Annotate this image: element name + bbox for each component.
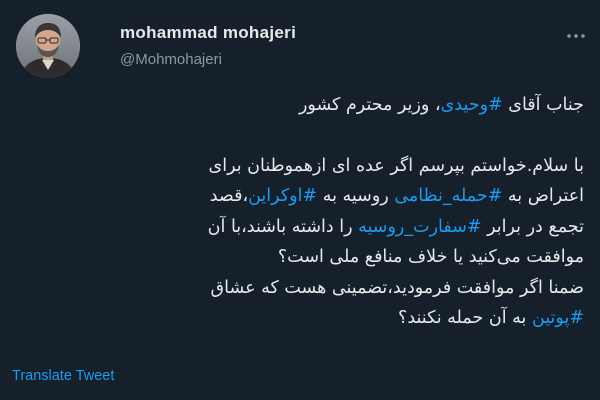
tweet-text-segment: موافقت می‌کنید یا خلاف منافع ملی است؟ — [277, 247, 584, 267]
tweet-text-segment: را داشته باشند،با آن — [207, 216, 359, 237]
translate-tweet-link[interactable]: Translate Tweet — [12, 366, 114, 386]
tweet-text-segment: ، وزیر محترم کشور — [298, 95, 441, 115]
hashtag-link[interactable]: #حمله_نظامی — [394, 186, 502, 206]
tweet-text-line: با سلام.خواستم بپرسم اگر عده ای ازهموطنا… — [16, 151, 584, 182]
tweet-text-line: موافقت می‌کنید یا خلاف منافع ملی است؟ — [16, 242, 584, 273]
tweet-text-line: #پوتین به آن حمله نکنند؟ — [16, 303, 584, 334]
tweet-header: mohammad mohajeri @Mohmohajeri — [0, 0, 600, 90]
more-options-button[interactable] — [564, 24, 588, 48]
tweet-text-segment: جناب آقای — [502, 95, 584, 115]
avatar-photo — [16, 14, 80, 78]
tweet-text-segment: ،قصد — [209, 186, 249, 206]
tweet-text-segment: با سلام.خواستم بپرسم اگر عده ای ازهموطنا… — [208, 155, 584, 176]
tweet-text-line: جناب آقای #وحیدی، وزیر محترم کشور — [16, 90, 584, 121]
display-name[interactable]: mohammad mohajeri — [120, 22, 296, 44]
tweet-text-segment: اعتراض به — [502, 186, 584, 206]
tweet-card: mohammad mohajeri @Mohmohajeri جناب آقای… — [0, 0, 600, 400]
author-names: mohammad mohajeri @Mohmohajeri — [120, 22, 296, 71]
hashtag-link[interactable]: #پوتین — [532, 308, 584, 328]
more-dots-icon — [567, 34, 585, 38]
tweet-text-segment: به آن حمله نکنند؟ — [398, 308, 532, 328]
tweet-text-segment: روسیه به — [317, 186, 395, 206]
tweet-text-line: تجمع در برابر #سفارت_روسیه را داشته باشن… — [16, 212, 584, 243]
tweet-text-segment: تجمع در برابر — [481, 216, 584, 237]
hashtag-link[interactable]: #اوکراین — [248, 186, 317, 206]
tweet-text-segment: ضمنا اگر موافقت فرمودید،تضمینی هست که عش… — [210, 277, 584, 298]
tweet-text-line: اعتراض به #حمله_نظامی روسیه به #اوکراین،… — [16, 181, 584, 212]
tweet-text: جناب آقای #وحیدی، وزیر محترم کشور با سلام… — [16, 90, 584, 334]
hashtag-link[interactable]: #سفارت_روسیه — [358, 217, 481, 237]
user-handle[interactable]: @Mohmohajeri — [120, 49, 296, 71]
hashtag-link[interactable]: #وحیدی — [441, 95, 503, 115]
avatar[interactable] — [16, 14, 80, 78]
tweet-text-line: ضمنا اگر موافقت فرمودید،تضمینی هست که عش… — [16, 273, 584, 304]
